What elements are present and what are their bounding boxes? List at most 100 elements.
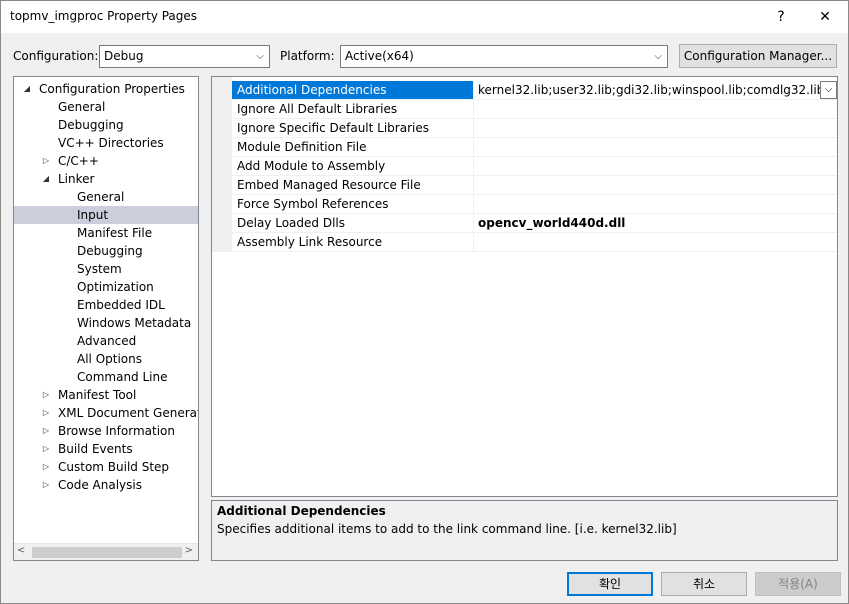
- tree-item[interactable]: General: [14, 98, 198, 116]
- tree-item[interactable]: ▷ XML Document Generator: [14, 404, 198, 422]
- tree-item[interactable]: Optimization: [14, 278, 198, 296]
- tree-item[interactable]: Advanced: [14, 332, 198, 350]
- tree-item-label: Windows Metadata: [77, 316, 192, 330]
- tree-item[interactable]: Input: [14, 206, 198, 224]
- property-name: Ignore All Default Libraries: [232, 100, 474, 118]
- property-row[interactable]: Ignore Specific Default Libraries: [232, 119, 837, 138]
- property-name: Add Module to Assembly: [232, 157, 474, 175]
- description-title: Additional Dependencies: [217, 504, 386, 518]
- property-value-text: kernel32.lib;user32.lib;gdi32.lib;winspo…: [478, 83, 837, 97]
- tree-item-label: Browse Information: [58, 424, 175, 438]
- description-panel: Additional Dependencies Specifies additi…: [211, 500, 838, 561]
- tree-item-label: Optimization: [77, 280, 154, 294]
- property-name: Ignore Specific Default Libraries: [232, 119, 474, 137]
- collapsed-arrow-icon[interactable]: ▷: [41, 386, 51, 404]
- tree-item[interactable]: Debugging: [14, 116, 198, 134]
- collapsed-arrow-icon[interactable]: ▷: [41, 404, 51, 422]
- close-button[interactable]: ✕: [805, 1, 845, 33]
- property-row[interactable]: Assembly Link Resource: [232, 233, 837, 252]
- tree-item-label: Embedded IDL: [77, 298, 165, 312]
- tree-item[interactable]: Debugging: [14, 242, 198, 260]
- tree-item[interactable]: ▷ Build Events: [14, 440, 198, 458]
- tree-item[interactable]: ◢ Configuration Properties: [14, 80, 198, 98]
- expanded-arrow-icon[interactable]: ◢: [22, 80, 32, 98]
- collapsed-arrow-icon[interactable]: ▷: [41, 458, 51, 476]
- tree-item[interactable]: ▷ Code Analysis: [14, 476, 198, 494]
- tree-item-label: General: [58, 100, 106, 114]
- platform-dropdown[interactable]: Active(x64) ⌵: [340, 45, 668, 68]
- tree-item-label: Debugging: [58, 118, 124, 132]
- property-pages-dialog: topmv_imgproc Property Pages ? ✕ Configu…: [0, 0, 849, 604]
- property-value[interactable]: [474, 233, 837, 251]
- tree-item-label: Linker: [58, 172, 95, 186]
- scroll-left-icon[interactable]: <: [17, 545, 25, 556]
- property-row[interactable]: Delay Loaded Dlls opencv_world440d.dll: [232, 214, 837, 233]
- property-grid: Additional Dependencies kernel32.lib;user…: [211, 76, 838, 497]
- collapsed-arrow-icon[interactable]: ▷: [41, 422, 51, 440]
- property-value[interactable]: [474, 138, 837, 156]
- tree-item-label: Custom Build Step: [58, 460, 170, 474]
- tree-item[interactable]: ◢ Linker: [14, 170, 198, 188]
- property-value[interactable]: [474, 195, 837, 213]
- tree-item[interactable]: All Options: [14, 350, 198, 368]
- property-value[interactable]: [474, 157, 837, 175]
- tree-item-label: C/C++: [58, 154, 99, 168]
- tree-horizontal-scrollbar[interactable]: < >: [14, 543, 198, 560]
- tree-item[interactable]: VC++ Directories: [14, 134, 198, 152]
- property-tree[interactable]: ▷ Code Analysis ▷ Custom Build Step ▷ Build E…: [13, 76, 199, 561]
- cancel-button[interactable]: 취소: [661, 572, 747, 596]
- tree-item[interactable]: Command Line: [14, 368, 198, 386]
- property-value[interactable]: [474, 176, 837, 194]
- property-row[interactable]: Module Definition File: [232, 138, 837, 157]
- chevron-down-icon: ⌵: [654, 51, 662, 62]
- property-row[interactable]: Add Module to Assembly: [232, 157, 837, 176]
- property-value[interactable]: [474, 119, 837, 137]
- tree-item[interactable]: Embedded IDL: [14, 296, 198, 314]
- property-row[interactable]: Additional Dependencies kernel32.lib;user…: [232, 81, 837, 100]
- property-name: Delay Loaded Dlls: [232, 214, 474, 232]
- tree-item[interactable]: ▷ Browse Information: [14, 422, 198, 440]
- configuration-value: Debug: [104, 49, 144, 63]
- property-name: Assembly Link Resource: [232, 233, 474, 251]
- collapsed-arrow-icon[interactable]: ▷: [41, 476, 51, 494]
- chevron-down-icon: ⌵: [256, 51, 264, 62]
- tree-item[interactable]: ▷ C/C++: [14, 152, 198, 170]
- property-value[interactable]: opencv_world440d.dll: [474, 214, 837, 232]
- property-value-text: opencv_world440d.dll: [478, 216, 626, 230]
- tree-item[interactable]: General: [14, 188, 198, 206]
- title-bar: topmv_imgproc Property Pages ? ✕: [1, 1, 848, 33]
- expanded-arrow-icon[interactable]: ◢: [41, 170, 51, 188]
- property-value[interactable]: kernel32.lib;user32.lib;gdi32.lib;winspo…: [474, 81, 837, 99]
- tree-item[interactable]: ▷ Manifest Tool: [14, 386, 198, 404]
- tree-item-label: XML Document Generator: [58, 406, 199, 420]
- property-name: Embed Managed Resource File: [232, 176, 474, 194]
- property-row[interactable]: Embed Managed Resource File: [232, 176, 837, 195]
- property-name: Additional Dependencies: [232, 81, 474, 99]
- scrollbar-thumb[interactable]: [32, 547, 182, 558]
- ok-button[interactable]: 확인: [567, 572, 653, 596]
- tree-item[interactable]: Windows Metadata: [14, 314, 198, 332]
- tree-item[interactable]: ▷ Custom Build Step: [14, 458, 198, 476]
- tree-item-label: Code Analysis: [58, 478, 142, 492]
- collapsed-arrow-icon[interactable]: ▷: [41, 152, 51, 170]
- tree-item[interactable]: Manifest File: [14, 224, 198, 242]
- tree-item-label: Build Events: [58, 442, 133, 456]
- grid-gutter: [212, 77, 232, 252]
- tree-item-label: Advanced: [77, 334, 137, 348]
- apply-button[interactable]: 적용(A): [755, 572, 841, 596]
- collapsed-arrow-icon[interactable]: ▷: [41, 440, 51, 458]
- tree-item-label: Debugging: [77, 244, 143, 258]
- property-row[interactable]: Ignore All Default Libraries: [232, 100, 837, 119]
- chevron-down-icon[interactable]: ⌵: [820, 81, 837, 99]
- platform-label: Platform:: [280, 49, 335, 63]
- property-name: Module Definition File: [232, 138, 474, 156]
- scroll-right-icon[interactable]: >: [185, 545, 193, 556]
- tree-item-label: System: [77, 262, 122, 276]
- help-button[interactable]: ?: [761, 1, 801, 33]
- property-value[interactable]: [474, 100, 837, 118]
- tree-item[interactable]: System: [14, 260, 198, 278]
- property-row[interactable]: Force Symbol References: [232, 195, 837, 214]
- configuration-dropdown[interactable]: Debug ⌵: [99, 45, 270, 68]
- configuration-manager-button[interactable]: Configuration Manager...: [679, 44, 837, 68]
- configuration-label: Configuration:: [13, 49, 99, 63]
